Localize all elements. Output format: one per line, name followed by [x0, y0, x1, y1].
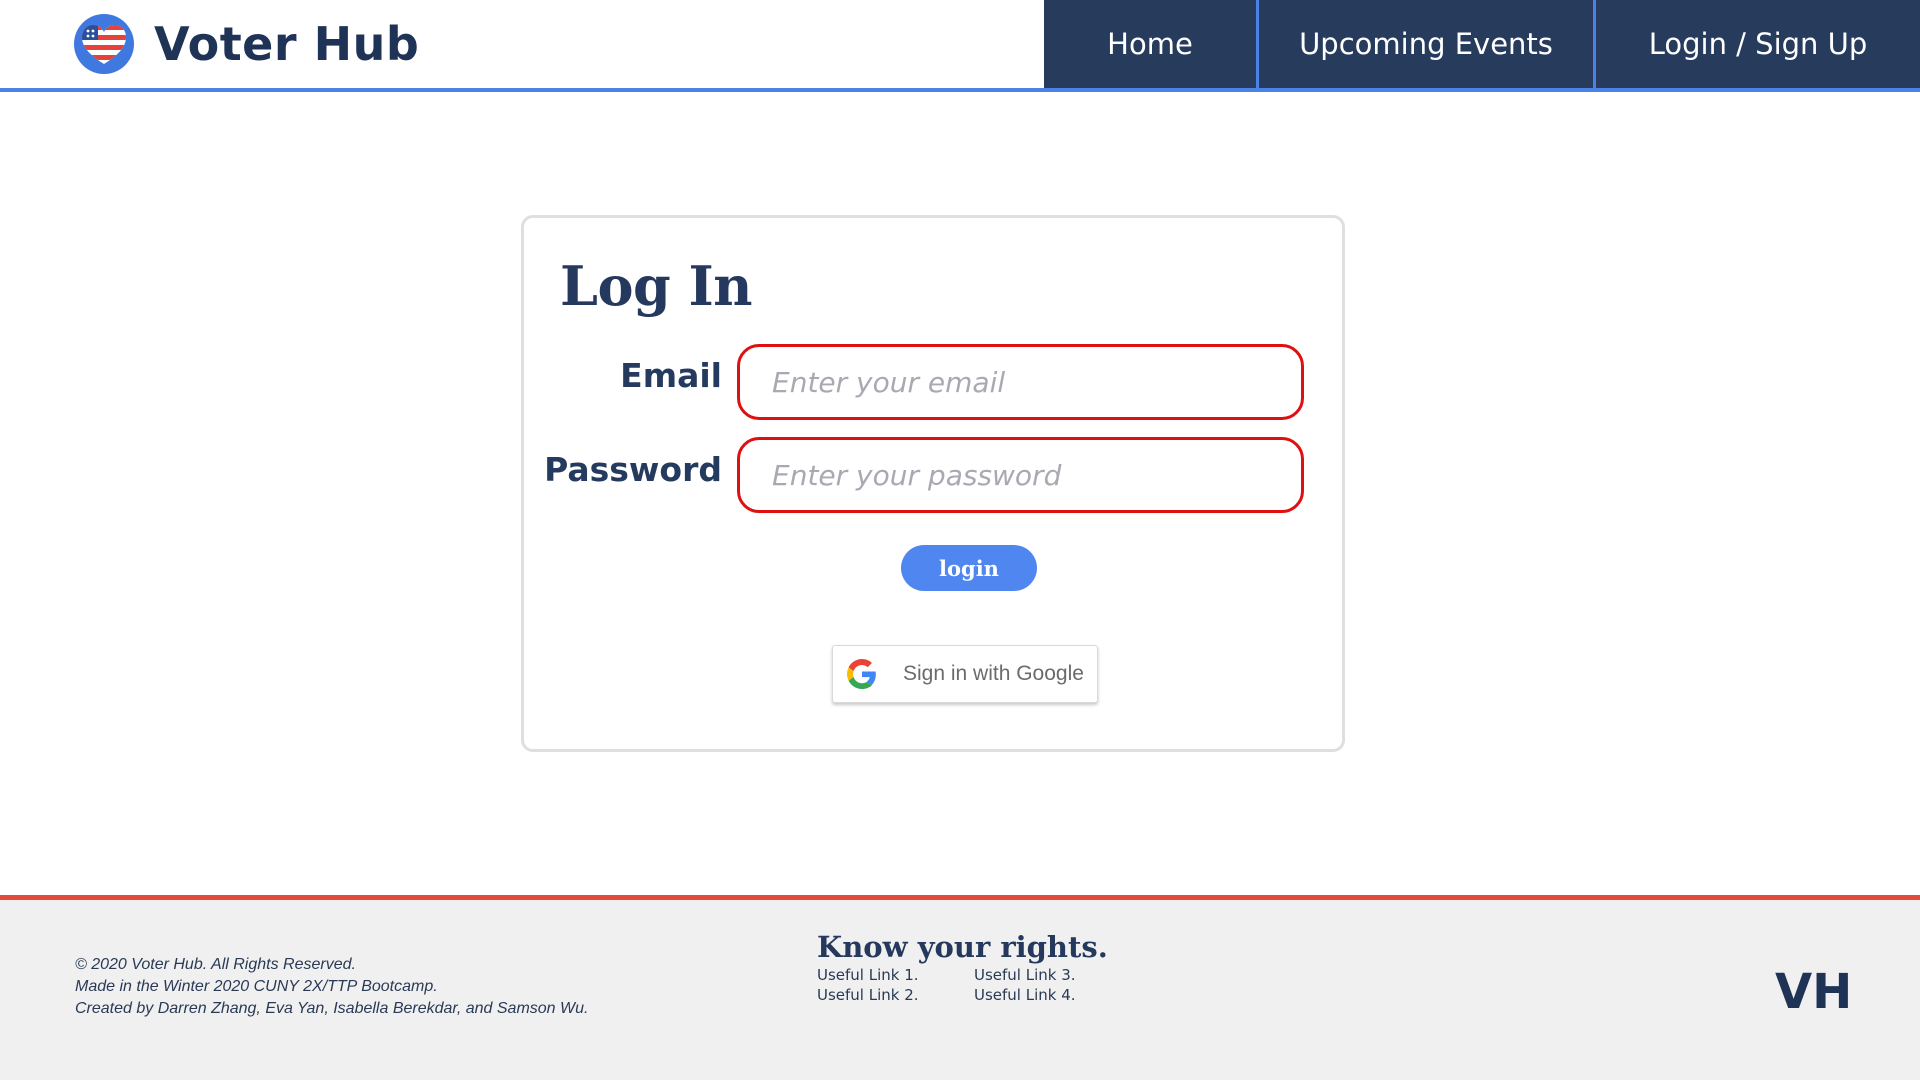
google-signin-button[interactable]: Sign in with Google — [832, 645, 1098, 703]
copyright-text: © 2020 Voter Hub. All Rights Reserved. — [75, 956, 356, 973]
authors-text: Created by Darren Zhang, Eva Yan, Isabel… — [75, 1000, 589, 1017]
american-flag-heart-icon — [74, 14, 134, 74]
page-title: Log In — [560, 254, 753, 318]
header-divider — [0, 88, 1920, 92]
rights-title: Know your rights. — [817, 930, 1108, 964]
password-label: Password — [544, 450, 722, 489]
brand[interactable]: Voter Hub — [74, 14, 419, 74]
useful-link-3[interactable]: Useful Link 3. — [974, 966, 1094, 984]
nav-login-signup[interactable]: Login / Sign Up — [1593, 0, 1920, 88]
footer-monogram: VH — [1775, 964, 1853, 1020]
password-field[interactable] — [737, 437, 1304, 513]
useful-link-2[interactable]: Useful Link 2. — [817, 986, 974, 1004]
useful-link-4[interactable]: Useful Link 4. — [974, 986, 1094, 1004]
footer-credits: © 2020 Voter Hub. All Rights Reserved. M… — [75, 954, 588, 1020]
login-card: Log In Email Password login Sign in with… — [521, 215, 1345, 752]
bootcamp-text: Made in the Winter 2020 CUNY 2X/TTP Boot… — [75, 978, 438, 995]
google-g-icon — [847, 659, 876, 689]
login-button[interactable]: login — [901, 545, 1037, 591]
main-nav: Home Upcoming Events Login / Sign Up — [1044, 0, 1920, 88]
brand-name: Voter Hub — [154, 17, 420, 71]
email-label: Email — [620, 356, 722, 395]
site-footer: © 2020 Voter Hub. All Rights Reserved. M… — [0, 895, 1920, 1080]
email-field[interactable] — [737, 344, 1304, 420]
nav-upcoming-events[interactable]: Upcoming Events — [1256, 0, 1593, 88]
useful-links: Useful Link 1. Useful Link 3. Useful Lin… — [817, 966, 1108, 1004]
google-signin-label: Sign in with Google — [903, 662, 1084, 685]
nav-home[interactable]: Home — [1044, 0, 1256, 88]
site-header: Voter Hub Home Upcoming Events Login / S… — [0, 0, 1920, 88]
know-your-rights: Know your rights. Useful Link 1. Useful … — [817, 930, 1108, 1004]
useful-link-1[interactable]: Useful Link 1. — [817, 966, 974, 984]
